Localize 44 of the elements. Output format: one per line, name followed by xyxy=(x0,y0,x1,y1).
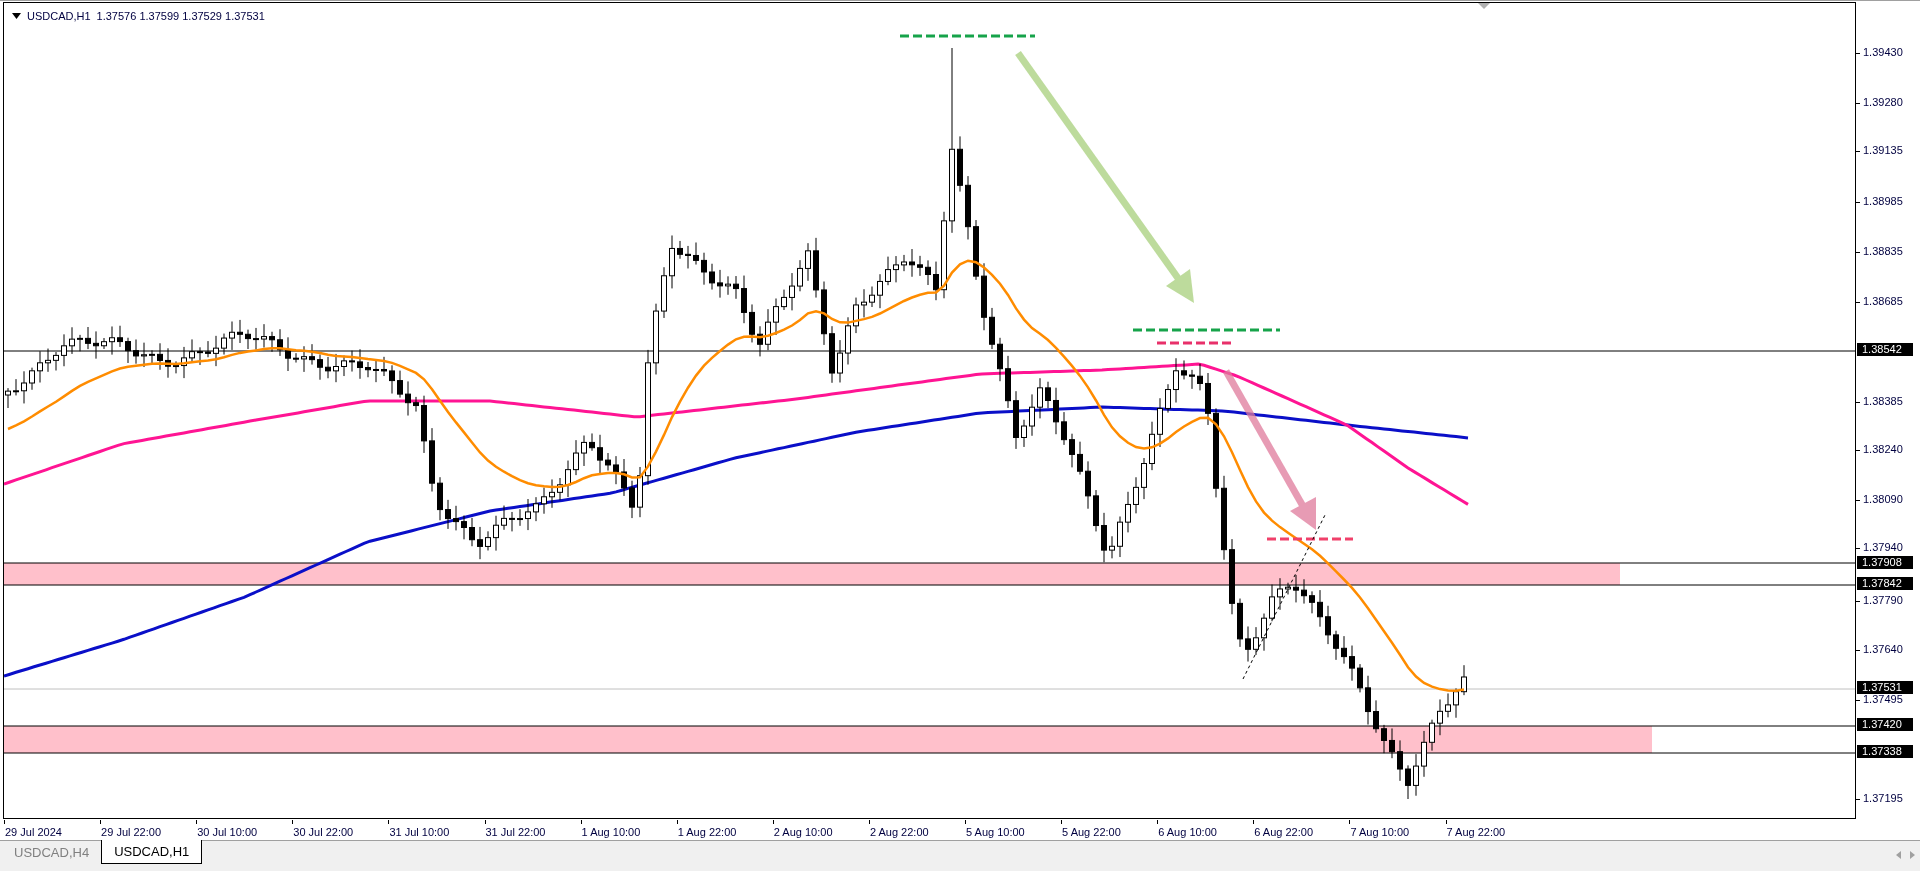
time-tick-label: 30 Jul 22:00 xyxy=(293,825,354,840)
chart-tab[interactable]: USDCAD,H1 xyxy=(101,840,203,864)
price-tick-label: 1.37195 xyxy=(1863,792,1903,805)
time-tick-label: 6 Aug 22:00 xyxy=(1254,825,1314,840)
price-tick-label: 1.37790 xyxy=(1863,594,1903,607)
price-tick-label: 1.38985 xyxy=(1863,195,1903,208)
time-tick-label: 1 Aug 22:00 xyxy=(677,825,737,840)
price-tick-label: 1.39430 xyxy=(1863,46,1903,59)
triangle-icon xyxy=(1478,3,1490,9)
dropdown-icon[interactable] xyxy=(12,13,21,20)
time-tick-label: 5 Aug 22:00 xyxy=(1062,825,1121,840)
price-marker-label: 1.37338 xyxy=(1857,745,1913,758)
time-tick-label: 1 Aug 10:00 xyxy=(581,825,641,840)
price-tick-label: 1.39280 xyxy=(1863,96,1903,109)
price-marker-label: 1.37842 xyxy=(1857,577,1913,590)
price-tick-label: 1.37640 xyxy=(1863,643,1903,656)
symbol-label: USDCAD,H1 xyxy=(27,9,91,24)
time-tick-label: 30 Jul 10:00 xyxy=(197,825,258,840)
time-tick-label: 29 Jul 2024 xyxy=(5,825,62,840)
price-marker-label: 1.37420 xyxy=(1857,718,1913,731)
price-tick-label: 1.39135 xyxy=(1863,144,1903,157)
price-tick-label: 1.38240 xyxy=(1863,443,1903,456)
time-tick-label: 31 Jul 10:00 xyxy=(389,825,450,840)
scroll-left-icon[interactable] xyxy=(1896,851,1901,859)
time-tick-label: 2 Aug 22:00 xyxy=(869,825,929,840)
chart-tab[interactable]: USDCAD,H4 xyxy=(2,841,102,864)
price-tick-label: 1.38835 xyxy=(1863,245,1903,258)
time-tick-label: 6 Aug 10:00 xyxy=(1158,825,1217,840)
price-values: 1.37576 1.37599 1.37529 1.37531 xyxy=(96,9,265,24)
time-tick-label: 31 Jul 22:00 xyxy=(485,825,546,840)
price-marker-label: 1.38542 xyxy=(1857,343,1913,356)
time-tick-label: 7 Aug 22:00 xyxy=(1446,825,1506,840)
time-tick-label: 5 Aug 10:00 xyxy=(966,825,1025,840)
time-tick-label: 7 Aug 10:00 xyxy=(1350,825,1410,840)
price-tick-label: 1.38685 xyxy=(1863,295,1903,308)
price-tick-label: 1.37940 xyxy=(1863,541,1903,554)
price-tick-label: 1.37495 xyxy=(1863,693,1903,706)
price-tick-label: 1.38385 xyxy=(1863,395,1903,408)
price-marker-label: 1.37531 xyxy=(1857,681,1913,694)
price-marker-label: 1.37908 xyxy=(1857,556,1913,569)
price-tick-label: 1.38090 xyxy=(1863,493,1903,506)
scroll-right-icon[interactable] xyxy=(1910,851,1915,859)
time-tick-label: 29 Jul 22:00 xyxy=(101,825,162,840)
time-tick-label: 2 Aug 10:00 xyxy=(773,825,833,840)
